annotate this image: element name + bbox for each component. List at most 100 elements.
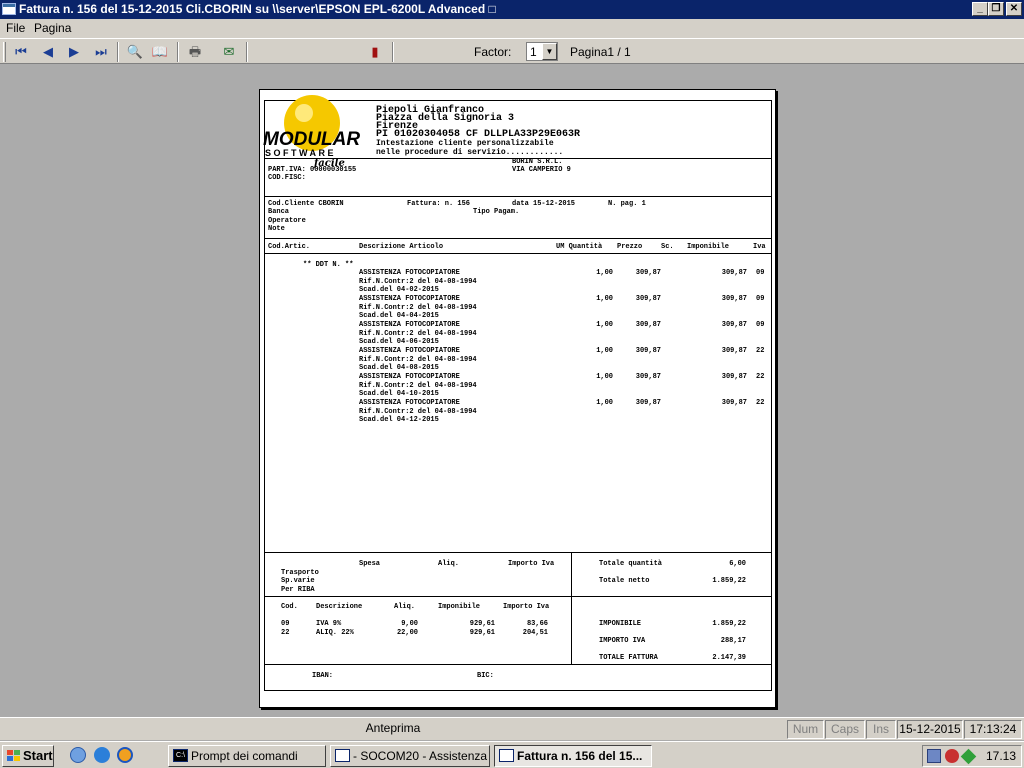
importo-iva-total-value: 288,17	[720, 637, 746, 645]
vat-col-importo: Importo Iva	[503, 603, 550, 611]
minimize-button[interactable]: _	[972, 2, 988, 16]
row-iva: 22	[756, 399, 765, 407]
row-iva: 09	[756, 295, 765, 303]
row-scad: Scad.del 04-04-2015	[359, 312, 439, 320]
col-iva: Iva	[753, 243, 766, 251]
security-icon[interactable]	[945, 749, 959, 763]
status-caps: Caps	[825, 720, 865, 739]
cmd-icon: C:\	[173, 749, 188, 762]
status-ins: Ins	[866, 720, 896, 739]
spesa-label: Spesa	[359, 560, 381, 568]
company-street: VIA CAMPERIO 9	[512, 166, 571, 174]
row-description: ASSISTENZA FOTOCOPIATORE	[359, 347, 460, 355]
next-page-icon[interactable]: ▶	[63, 42, 85, 61]
exit-door-icon[interactable]: ▮	[364, 42, 386, 61]
printer-icon[interactable]: 🖶	[184, 42, 206, 61]
row-quantity: 1,00	[596, 321, 613, 329]
row-price: 309,87	[635, 321, 661, 329]
fattura-number: Fattura: n. 156	[407, 200, 471, 208]
operatore-label: Operatore	[268, 217, 306, 225]
toolbar-separator	[246, 42, 248, 62]
row-amount: 309,87	[721, 269, 747, 277]
app-icon[interactable]	[2, 3, 16, 15]
vat-row-importo: 83,66	[526, 620, 548, 628]
show-desktop-icon[interactable]	[70, 747, 86, 763]
tray-clock: 17.13	[986, 749, 1017, 763]
status-mode: Anteprima	[365, 721, 421, 735]
factor-select[interactable]: 1 ▼	[526, 42, 558, 61]
row-description: ASSISTENZA FOTOCOPIATORE	[359, 399, 460, 407]
update-icon[interactable]	[960, 748, 977, 765]
row-quantity: 1,00	[596, 347, 613, 355]
divider	[264, 664, 772, 665]
row-scad: Scad.del 04-12-2015	[359, 416, 439, 424]
divider	[264, 552, 772, 553]
toolbar-grip[interactable]	[3, 42, 6, 62]
vat-row-importo: 204,51	[522, 629, 548, 637]
vat-col-cod: Cod.	[281, 603, 298, 611]
start-button[interactable]: Start	[2, 745, 54, 767]
page-number: N. pag. 1	[608, 200, 646, 208]
modular-software-logo: MODULAR SOFTWARE facile	[263, 95, 360, 168]
row-amount: 309,87	[721, 321, 747, 329]
row-price: 309,87	[635, 347, 661, 355]
vat-row-cod: 22	[281, 629, 290, 637]
chevron-down-icon[interactable]: ▼	[542, 43, 557, 60]
row-iva: 22	[756, 347, 765, 355]
imponibile-label: IMPONIBILE	[599, 620, 642, 628]
prev-page-icon[interactable]: ◀	[37, 42, 59, 61]
toolbar-separator	[177, 42, 179, 62]
divider	[264, 253, 772, 254]
last-page-icon[interactable]: ⏭	[90, 42, 112, 61]
row-rif: Rif.N.Contr:2 del 04-08-1994	[359, 330, 477, 338]
network-icon[interactable]	[927, 749, 941, 763]
status-bar: Anteprima Num Caps Ins 15-12-2015 17:13:…	[0, 717, 1024, 740]
col-prezzo: Prezzo	[617, 243, 643, 251]
totale-quantita-label: Totale quantità	[599, 560, 663, 568]
row-price: 309,87	[635, 269, 661, 277]
row-iva: 09	[756, 321, 765, 329]
menu-pagina[interactable]: Pagina	[34, 21, 71, 35]
customer-tax: PI 01020304058 CF DLLPLA33P29E063R	[376, 129, 581, 140]
task-fattura[interactable]: Fattura n. 156 del 15...	[494, 745, 652, 767]
close-button[interactable]: ✕	[1006, 2, 1022, 16]
totale-netto-label: Totale netto	[599, 577, 650, 585]
first-page-icon[interactable]: ⏮	[10, 42, 32, 61]
menu-file[interactable]: File	[6, 21, 25, 35]
row-rif: Rif.N.Contr:2 del 04-08-1994	[359, 304, 477, 312]
row-rif: Rif.N.Contr:2 del 04-08-1994	[359, 278, 477, 286]
fattura-date: data 15-12-2015	[512, 200, 576, 208]
internet-explorer-icon[interactable]	[94, 747, 110, 763]
task-prompt[interactable]: C:\ Prompt dei comandi	[168, 745, 326, 767]
row-iva: 22	[756, 373, 765, 381]
zoom-icon[interactable]: 🔍	[124, 42, 146, 61]
row-quantity: 1,00	[596, 399, 613, 407]
restore-button[interactable]: ❐	[988, 2, 1004, 16]
task-socom20[interactable]: - SOCOM20 - Assistenza ...	[330, 745, 490, 767]
piva-line: PART.IVA: 00000030155	[268, 166, 357, 174]
export-icon[interactable]: ✉	[218, 42, 240, 61]
row-description: ASSISTENZA FOTOCOPIATORE	[359, 321, 460, 329]
tipo-pagam-label: Tipo Pagam.	[473, 208, 520, 216]
row-price: 309,87	[635, 399, 661, 407]
status-num: Num	[787, 720, 824, 739]
vat-row-imponibile: 929,61	[469, 620, 495, 628]
row-description: ASSISTENZA FOTOCOPIATORE	[359, 295, 460, 303]
col-desc: Descrizione Articolo	[359, 243, 444, 251]
menu-bar: File Pagina	[0, 19, 1024, 38]
customer-note: Intestazione cliente personalizzabile	[376, 139, 554, 148]
customer-note: nelle procedure di servizio............	[376, 148, 564, 157]
vat-row-imponibile: 929,61	[469, 629, 495, 637]
totale-fattura-label: TOTALE FATTURA	[599, 654, 658, 662]
codfisc-label: COD.FISC:	[268, 174, 306, 182]
note-label: Note	[268, 225, 285, 233]
media-player-icon[interactable]	[117, 747, 133, 763]
vat-col-desc: Descrizione	[316, 603, 363, 611]
status-date: 15-12-2015	[897, 720, 963, 739]
row-quantity: 1,00	[596, 295, 613, 303]
book-icon[interactable]: 📖	[149, 42, 171, 61]
window-titlebar[interactable]: Fattura n. 156 del 15-12-2015 Cli.CBORIN…	[0, 0, 1024, 19]
vat-row-aliq: 9,00	[401, 620, 418, 628]
row-scad: Scad.del 04-02-2015	[359, 286, 439, 294]
importo-iva-label: Importo Iva	[508, 560, 555, 568]
